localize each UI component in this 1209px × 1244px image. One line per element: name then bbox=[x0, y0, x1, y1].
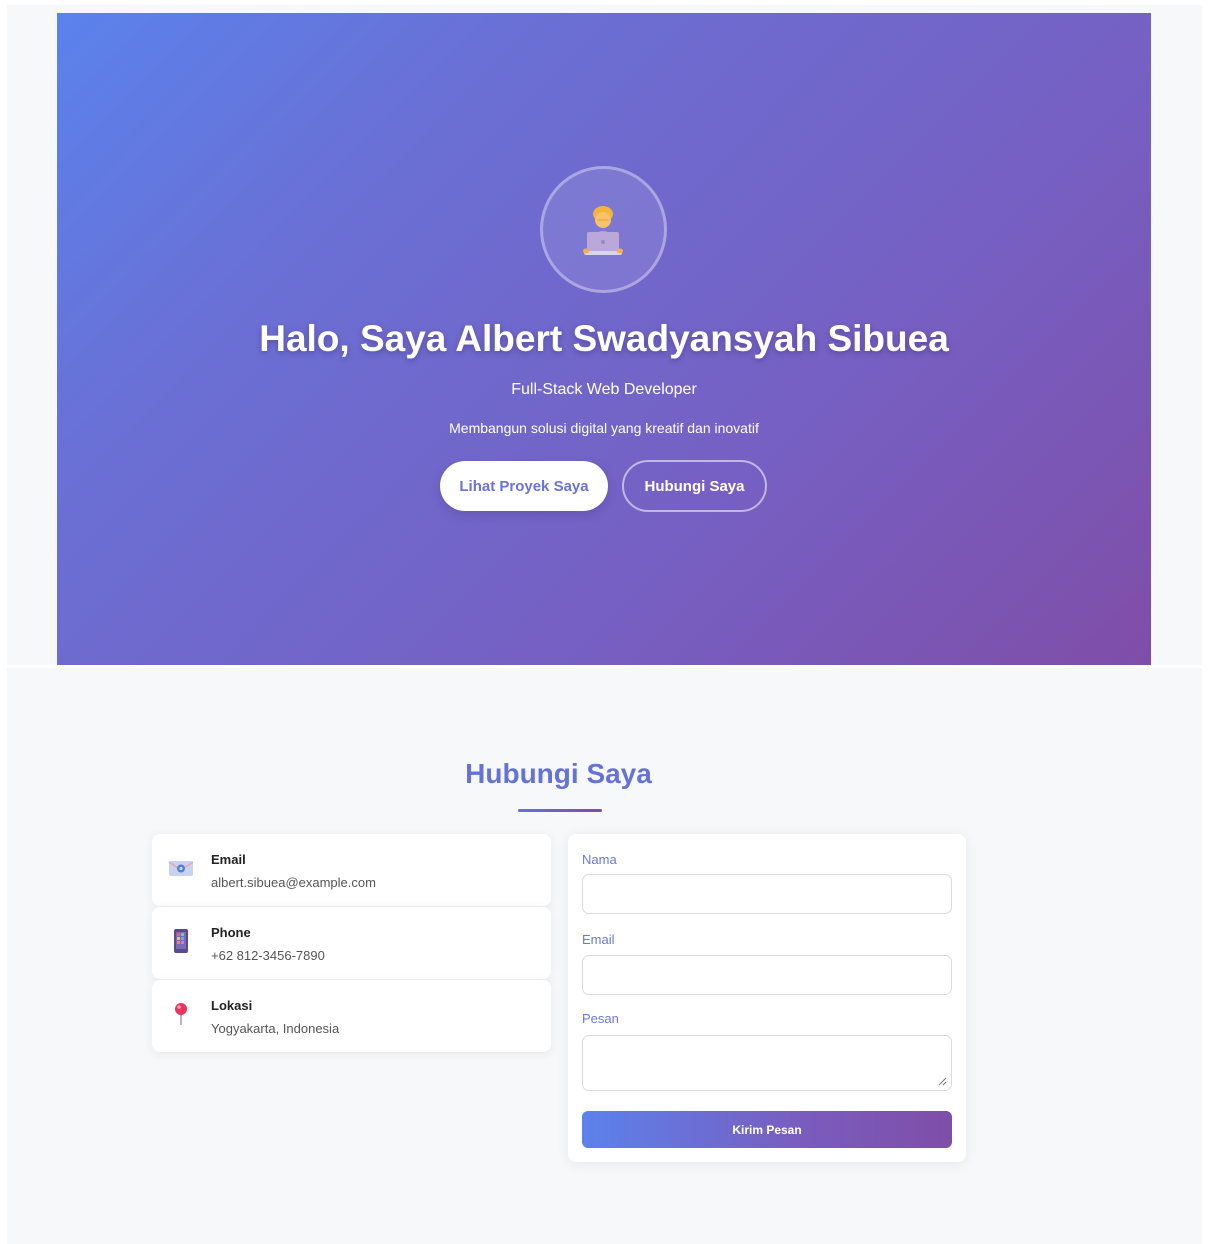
name-field[interactable] bbox=[582, 874, 952, 914]
contact-info-label: Email bbox=[211, 852, 246, 867]
avatar bbox=[540, 166, 667, 293]
message-field-label: Pesan bbox=[582, 1011, 619, 1026]
mobile-phone-icon bbox=[174, 929, 188, 953]
hero-section: Halo, Saya Albert Swadyansyah Sibuea Ful… bbox=[57, 13, 1151, 665]
portfolio-page: Halo, Saya Albert Swadyansyah Sibuea Ful… bbox=[0, 0, 1209, 1244]
title-underline bbox=[518, 809, 602, 812]
developer-at-laptop-emoji-icon bbox=[583, 206, 623, 255]
contact-section: Hubungi Saya Email albert.sibuea@example… bbox=[7, 668, 1202, 1244]
email-field-label: Email bbox=[582, 932, 615, 947]
contact-section-title: Hubungi Saya bbox=[465, 758, 652, 789]
contact-me-button[interactable]: Hubungi Saya bbox=[622, 460, 767, 512]
contact-info-value: Yogyakarta, Indonesia bbox=[211, 1021, 340, 1036]
hero-subtitle: Full-Stack Web Developer bbox=[511, 381, 697, 398]
contact-info-value: albert.sibuea@example.com bbox=[211, 875, 376, 890]
contact-info-value: +62 812-3456-7890 bbox=[211, 948, 325, 963]
email-field[interactable] bbox=[582, 955, 952, 995]
contact-info-email: Email albert.sibuea@example.com bbox=[152, 834, 551, 906]
hero-title: Halo, Saya Albert Swadyansyah Sibuea bbox=[259, 318, 949, 359]
contact-info-label: Lokasi bbox=[211, 998, 253, 1013]
contact-info-phone: Phone +62 812-3456-7890 bbox=[152, 907, 551, 979]
message-field[interactable] bbox=[582, 1035, 952, 1091]
name-field-label: Nama bbox=[582, 852, 617, 867]
resize-handle-icon[interactable] bbox=[937, 1076, 947, 1086]
view-projects-button[interactable]: Lihat Proyek Saya bbox=[440, 461, 608, 511]
email-envelope-icon bbox=[168, 861, 194, 876]
contact-info-location: Lokasi Yogyakarta, Indonesia bbox=[152, 980, 551, 1052]
contact-info-label: Phone bbox=[211, 925, 251, 940]
send-message-button[interactable]: Kirim Pesan bbox=[582, 1111, 952, 1148]
hero-tagline: Membangun solusi digital yang kreatif da… bbox=[449, 420, 759, 436]
location-pin-icon bbox=[175, 1003, 187, 1025]
contact-form: Nama Email Pesan Kirim Pesan bbox=[568, 834, 966, 1162]
